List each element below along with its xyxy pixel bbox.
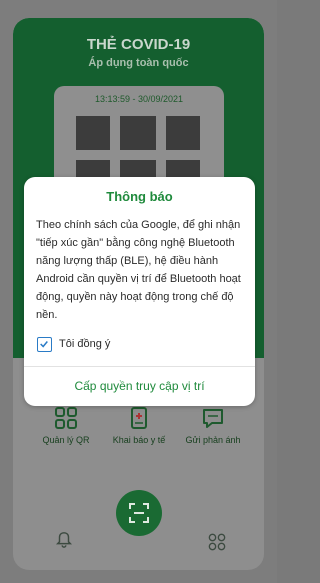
menu-item-qr[interactable]: Quản lý QR	[26, 406, 106, 445]
dialog-divider	[24, 366, 255, 367]
medical-form-icon	[131, 407, 147, 429]
checkmark-icon	[40, 341, 48, 348]
card-title: THẺ COVID-19	[86, 36, 191, 53]
menu-label-qr: Quản lý QR	[42, 435, 90, 445]
menu-item-feedback[interactable]: Gửi phản ánh	[173, 406, 253, 445]
menu-item-health-declaration[interactable]: Khai báo y tế	[99, 406, 179, 445]
apps-grid-icon[interactable]	[208, 533, 226, 551]
menu-label-health-declaration: Khai báo y tế	[112, 435, 166, 445]
quick-actions: Quản lý QR Khai báo y tế Gửi phản ánh	[13, 406, 264, 456]
qr-timestamp: 13:13:59 - 30/09/2021	[94, 94, 184, 104]
qr-grid-icon	[55, 407, 77, 429]
scan-button[interactable]	[116, 490, 162, 536]
permission-dialog: Thông báo Theo chính sách của Google, để…	[24, 177, 255, 406]
dialog-message: Theo chính sách của Google, để ghi nhận …	[36, 219, 241, 321]
grant-location-button[interactable]: Cấp quyền truy cập vị trí	[24, 379, 255, 393]
menu-label-feedback: Gửi phản ánh	[185, 435, 241, 445]
agree-checkbox[interactable]	[37, 337, 52, 352]
screen: THẺ COVID-19 Áp dụng toàn quốc 13:13:59 …	[0, 0, 277, 583]
bell-icon[interactable]	[55, 531, 73, 549]
dialog-title: Thông báo	[106, 189, 173, 204]
scan-icon	[129, 503, 149, 523]
card-subtitle: Áp dụng toàn quốc	[88, 57, 189, 69]
agree-checkbox-label: Tôi đồng ý	[59, 338, 111, 350]
message-icon	[203, 409, 223, 428]
